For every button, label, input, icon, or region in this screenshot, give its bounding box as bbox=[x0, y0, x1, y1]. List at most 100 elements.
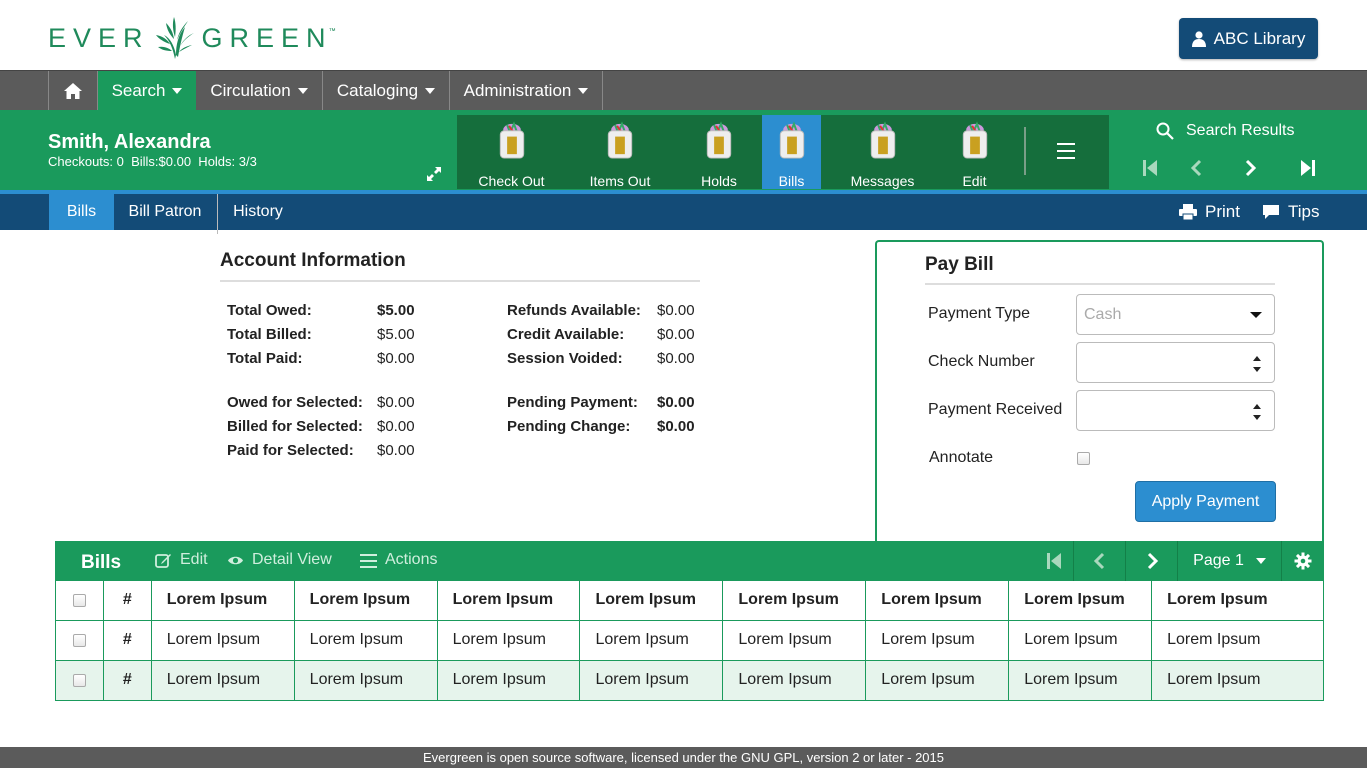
bills-icon bbox=[779, 121, 804, 159]
subnav-history[interactable]: History bbox=[218, 194, 298, 230]
nav-circulation[interactable]: Circulation bbox=[196, 71, 323, 111]
search-results-label: Search Results bbox=[1186, 122, 1295, 139]
column-header[interactable]: Lorem Ipsum bbox=[150, 581, 295, 621]
payment-type-select[interactable]: Cash bbox=[1076, 294, 1275, 335]
edit-button[interactable]: Edit bbox=[155, 551, 208, 569]
print-button[interactable]: Print bbox=[1179, 194, 1240, 230]
top-header: EVER GREEN ™ ABC Library bbox=[0, 0, 1367, 70]
last-record-icon[interactable] bbox=[1298, 158, 1318, 178]
list-icon bbox=[360, 553, 377, 568]
column-header[interactable]: # bbox=[102, 581, 152, 621]
previous-record-icon[interactable] bbox=[1187, 158, 1207, 178]
gear-icon bbox=[1294, 552, 1312, 570]
grid-settings-button[interactable] bbox=[1281, 541, 1324, 581]
home-icon bbox=[64, 83, 82, 99]
account-row: Pending Change: $0.00 bbox=[507, 418, 695, 435]
edit-label: Edit bbox=[180, 551, 208, 568]
evergreen-logo[interactable]: EVER GREEN ™ bbox=[48, 14, 336, 62]
account-row-value: $0.00 bbox=[657, 394, 695, 411]
pay-bill-panel: Pay Bill Payment Type Cash Check Number … bbox=[875, 240, 1324, 542]
tab-items-out[interactable]: Items Out bbox=[578, 115, 662, 189]
check-out-icon bbox=[499, 121, 524, 159]
row-checkbox[interactable] bbox=[72, 673, 86, 687]
page-select[interactable]: Page 1 bbox=[1177, 541, 1281, 581]
tab-bills-label: Bills bbox=[778, 173, 805, 189]
spinner-icon[interactable] bbox=[1252, 353, 1262, 375]
table-cell: Lorem Ipsum bbox=[436, 660, 581, 701]
table-cell: Lorem Ipsum bbox=[579, 660, 724, 701]
menu-icon[interactable] bbox=[1057, 143, 1075, 159]
column-header[interactable]: Lorem Ipsum bbox=[579, 581, 724, 621]
table-cell: Lorem Ipsum bbox=[865, 620, 1010, 661]
next-record-icon[interactable] bbox=[1240, 158, 1260, 178]
column-header[interactable]: Lorem Ipsum bbox=[722, 581, 867, 621]
table-cell: Lorem Ipsum bbox=[293, 620, 438, 661]
logo-text-right: GREEN bbox=[201, 22, 333, 53]
subnav-bills[interactable]: Bills bbox=[49, 194, 114, 230]
account-row: Billed for Selected: $0.00 bbox=[227, 418, 415, 435]
library-button[interactable]: ABC Library bbox=[1179, 18, 1318, 59]
tab-holds[interactable]: Holds bbox=[687, 115, 751, 189]
detail-view-button[interactable]: Detail View bbox=[227, 551, 332, 569]
tab-divider bbox=[1024, 127, 1026, 175]
tab-bills[interactable]: Bills bbox=[762, 115, 821, 189]
select-all-cell bbox=[55, 581, 104, 621]
account-information-title: Account Information bbox=[220, 250, 700, 282]
search-results-link[interactable]: Search Results bbox=[1156, 122, 1295, 140]
table-cell: Lorem Ipsum bbox=[865, 660, 1010, 701]
column-header[interactable]: Lorem Ipsum bbox=[436, 581, 581, 621]
table-row[interactable]: # Lorem Ipsum Lorem Ipsum Lorem Ipsum Lorem … bbox=[55, 620, 1324, 661]
account-row: Total Billed: $5.00 bbox=[227, 326, 415, 343]
tab-messages[interactable]: Messages bbox=[842, 115, 923, 189]
account-row-label: Session Voided: bbox=[507, 350, 623, 367]
column-header[interactable]: Lorem Ipsum bbox=[293, 581, 438, 621]
first-record-icon[interactable] bbox=[1140, 158, 1160, 178]
nav-home[interactable] bbox=[48, 71, 98, 111]
bills-grid-title: Bills bbox=[81, 552, 122, 573]
table-row[interactable]: # Lorem Ipsum Lorem Ipsum Lorem Ipsum Lorem … bbox=[55, 660, 1324, 701]
payment-type-label: Payment Type bbox=[928, 305, 1030, 322]
bills-grid-toolbar: Bills Edit Detail View Actions Page 1 bbox=[55, 541, 1324, 581]
grid-next-page-button[interactable] bbox=[1125, 541, 1177, 581]
patron-name: Smith, Alexandra bbox=[48, 131, 211, 153]
library-button-label: ABC Library bbox=[1213, 28, 1306, 48]
account-row: Session Voided: $0.00 bbox=[507, 350, 695, 367]
subnav-bill-patron[interactable]: Bill Patron bbox=[114, 194, 216, 230]
table-cell: Lorem Ipsum bbox=[1008, 620, 1153, 661]
nav-cataloging[interactable]: Cataloging bbox=[323, 71, 450, 111]
tab-messages-label: Messages bbox=[850, 173, 915, 189]
tips-button[interactable]: Tips bbox=[1262, 194, 1320, 230]
apply-payment-button[interactable]: Apply Payment bbox=[1135, 481, 1276, 522]
column-header[interactable]: Lorem Ipsum bbox=[1008, 581, 1153, 621]
caret-down-icon bbox=[578, 88, 589, 94]
tab-edit[interactable]: Edit bbox=[947, 115, 1002, 189]
check-number-label: Check Number bbox=[928, 353, 1035, 370]
grid-previous-page-button[interactable] bbox=[1073, 541, 1125, 581]
search-icon bbox=[1156, 122, 1174, 140]
check-number-input[interactable] bbox=[1076, 342, 1275, 383]
row-checkbox[interactable] bbox=[72, 633, 86, 647]
actions-button[interactable]: Actions bbox=[360, 551, 437, 569]
previous-page-icon bbox=[1093, 552, 1104, 570]
payment-received-input[interactable] bbox=[1076, 390, 1275, 431]
account-row-value: $0.00 bbox=[377, 418, 415, 435]
pencil-icon bbox=[155, 553, 171, 568]
tab-check-out[interactable]: Check Out bbox=[465, 115, 558, 189]
column-header[interactable]: Lorem Ipsum bbox=[865, 581, 1010, 621]
tab-edit-label: Edit bbox=[962, 173, 987, 189]
table-cell: Lorem Ipsum bbox=[150, 660, 295, 701]
expand-icon[interactable] bbox=[426, 166, 442, 182]
nav-administration[interactable]: Administration bbox=[450, 71, 603, 111]
annotate-checkbox[interactable] bbox=[1077, 452, 1090, 465]
grid-first-page-button[interactable] bbox=[1034, 541, 1073, 581]
column-header[interactable]: Lorem Ipsum bbox=[1151, 581, 1324, 621]
spinner-icon[interactable] bbox=[1252, 401, 1262, 423]
select-all-checkbox[interactable] bbox=[72, 593, 86, 607]
account-information: Account Information bbox=[220, 250, 700, 282]
table-cell: # bbox=[102, 660, 152, 701]
page-select-label: Page 1 bbox=[1193, 552, 1244, 569]
nav-search[interactable]: Search bbox=[98, 71, 196, 111]
footer: Evergreen is open source software, licen… bbox=[0, 747, 1367, 768]
speech-bubble-icon bbox=[1263, 205, 1279, 219]
payment-type-value: Cash bbox=[1084, 306, 1122, 323]
